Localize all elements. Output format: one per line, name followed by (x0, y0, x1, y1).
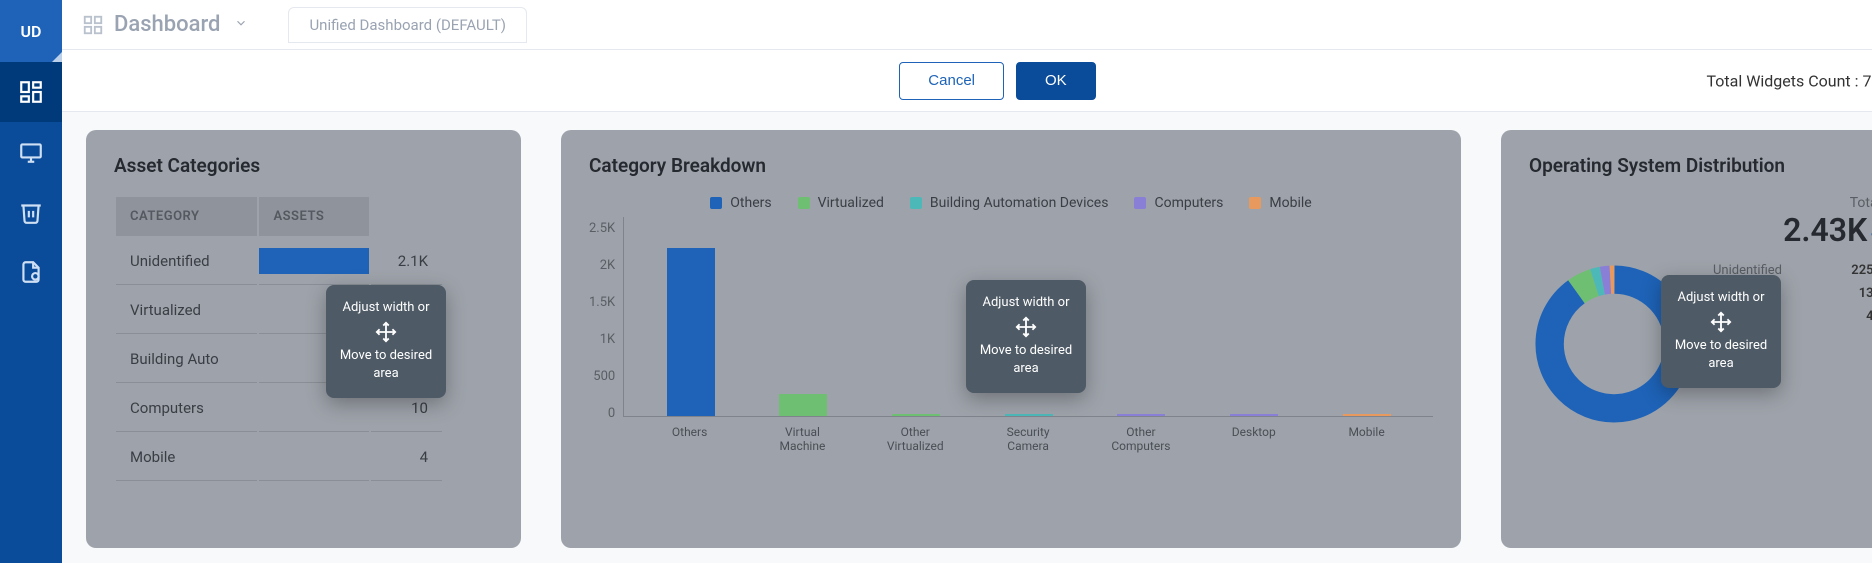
bar (1230, 414, 1278, 416)
report-icon (18, 259, 44, 285)
widget-os-distribution[interactable]: Operating System Distribution Total 2.43… (1501, 130, 1872, 548)
x-label: Virtual Machine (767, 425, 837, 454)
x-label: Others (655, 425, 725, 454)
x-label: Other Computers (1106, 425, 1176, 454)
col-category: CATEGORY (116, 197, 257, 236)
org-badge[interactable]: UD (0, 0, 62, 62)
page-title[interactable]: Dashboard (114, 12, 220, 37)
y-tick: 2K (589, 258, 615, 273)
hint-text-2: Move to desired area (976, 342, 1076, 378)
hint-text-1: Adjust width or (336, 299, 436, 317)
sidebar: UD (0, 0, 62, 563)
cell-category: Virtualized (116, 287, 257, 334)
widget-count-current: 77 (1862, 71, 1872, 90)
legend-swatch (710, 197, 722, 209)
bar (1005, 414, 1053, 416)
move-hint-tooltip: Adjust width or Move to desired area (966, 280, 1086, 393)
widget-title: Category Breakdown (589, 154, 1433, 177)
dashboard-header-icon (82, 14, 104, 36)
cell-value: 2.1K (371, 238, 442, 285)
dashboard-tab[interactable]: Unified Dashboard (DEFAULT) (288, 7, 527, 43)
x-label: Other Virtualized (880, 425, 950, 454)
widget-category-breakdown[interactable]: Category Breakdown Others Virtualized Buil… (561, 130, 1461, 548)
widget-count-label: Total Widgets Count : (1707, 71, 1863, 90)
sidebar-item-trash[interactable] (0, 182, 62, 242)
move-icon (1015, 316, 1037, 338)
legend-swatch (910, 197, 922, 209)
y-tick: 2.5K (589, 221, 615, 236)
legend-label: Mobile (1269, 195, 1311, 211)
widget-count: Total Widgets Count : 77 / 80 (1707, 71, 1872, 90)
ok-button[interactable]: OK (1016, 62, 1096, 100)
move-hint-tooltip: Adjust width or Move to desired area (1661, 275, 1781, 388)
y-axis: 2.5K 2K 1.5K 1K 500 0 (589, 221, 623, 421)
legend-label: Virtualized (818, 195, 884, 211)
os-total: Total 2.43K vi (1529, 195, 1872, 249)
cell-bar (259, 238, 369, 285)
sidebar-item-reports[interactable] (0, 242, 62, 302)
bar (779, 394, 827, 416)
action-bar: Cancel OK Total Widgets Count : 77 / 80 (62, 50, 1872, 112)
bar (892, 414, 940, 416)
cell-bar (259, 434, 369, 481)
os-total-label: Total (1529, 195, 1872, 211)
chart-legend: Others Virtualized Building Automation Dev… (589, 195, 1433, 211)
widget-title: Asset Categories (114, 154, 493, 177)
header: Dashboard Unified Dashboard (DEFAULT) (62, 0, 1872, 50)
sidebar-item-dashboard[interactable] (0, 62, 62, 122)
cell-category: Building Auto (116, 336, 257, 383)
cell-value: 4 (371, 434, 442, 481)
chevron-down-icon[interactable] (234, 15, 248, 34)
monitor-icon (18, 139, 44, 165)
cell-category: Mobile (116, 434, 257, 481)
widget-title: Operating System Distribution (1529, 154, 1872, 177)
legend-item: Computers (1134, 195, 1223, 211)
legend-swatch (1134, 197, 1146, 209)
cancel-button[interactable]: Cancel (899, 62, 1004, 100)
x-label: Desktop (1219, 425, 1289, 454)
hint-text-1: Adjust width or (976, 294, 1076, 312)
hint-text-2: Move to desired area (336, 347, 436, 383)
legend-item: Building Automation Devices (910, 195, 1109, 211)
legend-item: Mobile (1249, 195, 1311, 211)
widgets-area: Asset Categories CATEGORY ASSETS Unident… (62, 112, 1872, 563)
table-row: Mobile 4 (116, 434, 442, 481)
y-tick: 1.5K (589, 295, 615, 310)
table-row: Unidentified 2.1K (116, 238, 442, 285)
os-value: 133 (1859, 286, 1872, 301)
y-tick: 500 (589, 369, 615, 384)
hint-text-1: Adjust width or (1671, 289, 1771, 307)
legend-label: Building Automation Devices (930, 195, 1109, 211)
move-icon (375, 321, 397, 343)
move-icon (1710, 311, 1732, 333)
x-label: Mobile (1332, 425, 1402, 454)
legend-label: Others (730, 195, 771, 211)
legend-label: Computers (1154, 195, 1223, 211)
trash-icon (18, 199, 44, 225)
main: Dashboard Unified Dashboard (DEFAULT) Ca… (62, 0, 1872, 563)
bar (667, 248, 715, 416)
bar (1343, 414, 1391, 416)
cell-category: Unidentified (116, 238, 257, 285)
y-tick: 0 (589, 406, 615, 421)
x-label: Security Camera (993, 425, 1063, 454)
os-total-value: 2.43K (1783, 211, 1867, 249)
x-axis-labels: Others Virtual Machine Other Virtualized Se… (623, 425, 1433, 454)
dashboard-icon (18, 79, 44, 105)
bar (1117, 414, 1165, 416)
y-tick: 1K (589, 332, 615, 347)
move-hint-tooltip: Adjust width or Move to desired area (326, 285, 446, 398)
os-value: 2255 (1851, 263, 1872, 278)
col-assets: ASSETS (259, 197, 369, 236)
os-value: 41 (1866, 309, 1872, 324)
legend-item: Others (710, 195, 771, 211)
hint-text-2: Move to desired area (1671, 337, 1771, 373)
widget-asset-categories[interactable]: Asset Categories CATEGORY ASSETS Unident… (86, 130, 521, 548)
sidebar-item-monitor[interactable] (0, 122, 62, 182)
legend-swatch (798, 197, 810, 209)
legend-swatch (1249, 197, 1261, 209)
cell-category: Computers (116, 385, 257, 432)
legend-item: Virtualized (798, 195, 884, 211)
